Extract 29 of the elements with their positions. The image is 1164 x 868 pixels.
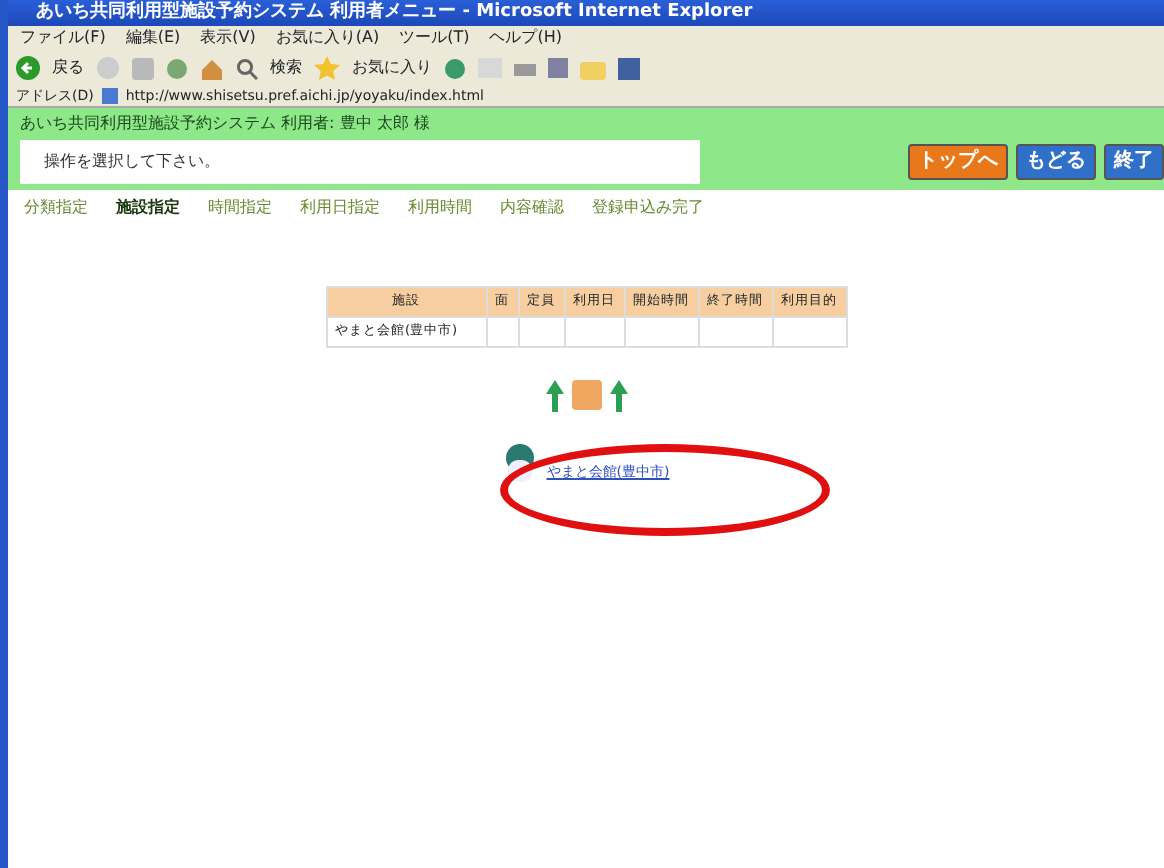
step-tab[interactable]: 施設指定 — [116, 196, 180, 220]
search-button[interactable]: 検索 — [270, 56, 302, 80]
page-icon — [101, 88, 118, 104]
person-icon — [502, 443, 539, 483]
step-tab[interactable]: 時間指定 — [208, 196, 272, 220]
up-arrow-icon[interactable] — [545, 379, 563, 411]
favorites-button[interactable]: お気に入り — [352, 56, 432, 80]
header-button[interactable]: 終了 — [1104, 144, 1164, 180]
star-icon[interactable] — [314, 56, 340, 80]
menu-item[interactable]: ツール(T) — [399, 26, 470, 50]
back-icon[interactable] — [16, 56, 40, 80]
menu-item[interactable]: ファイル(F) — [20, 26, 106, 50]
home-icon[interactable] — [200, 57, 224, 79]
menu-item[interactable]: ヘルプ(H) — [489, 26, 562, 50]
page-title: あいち共同利用型施設予約システム 利用者: 豊中 太郎 様 — [20, 112, 432, 136]
back-button[interactable]: 戻る — [52, 56, 84, 80]
menu-item[interactable]: 表示(V) — [200, 26, 256, 50]
step-tab[interactable]: 利用時間 — [408, 196, 472, 220]
box-icon[interactable] — [571, 380, 601, 410]
menu-item[interactable]: お気に入り(A) — [275, 26, 380, 50]
step-tab[interactable]: 内容確認 — [500, 196, 564, 220]
step-tab[interactable]: 分類指定 — [24, 196, 88, 220]
window-title: あいち共同利用型施設予約システム 利用者メニュー - Microsoft Internet Explorer — [8, 0, 1164, 26]
step-tab[interactable]: 利用日指定 — [300, 196, 380, 220]
search-icon[interactable] — [236, 57, 258, 79]
step-tab[interactable]: 登録申込み完了 — [592, 196, 704, 220]
menu-item[interactable]: 編集(E) — [125, 26, 181, 50]
header-button[interactable]: もどる — [1016, 144, 1096, 180]
message-box: 操作を選択して下さい。 — [20, 140, 700, 184]
